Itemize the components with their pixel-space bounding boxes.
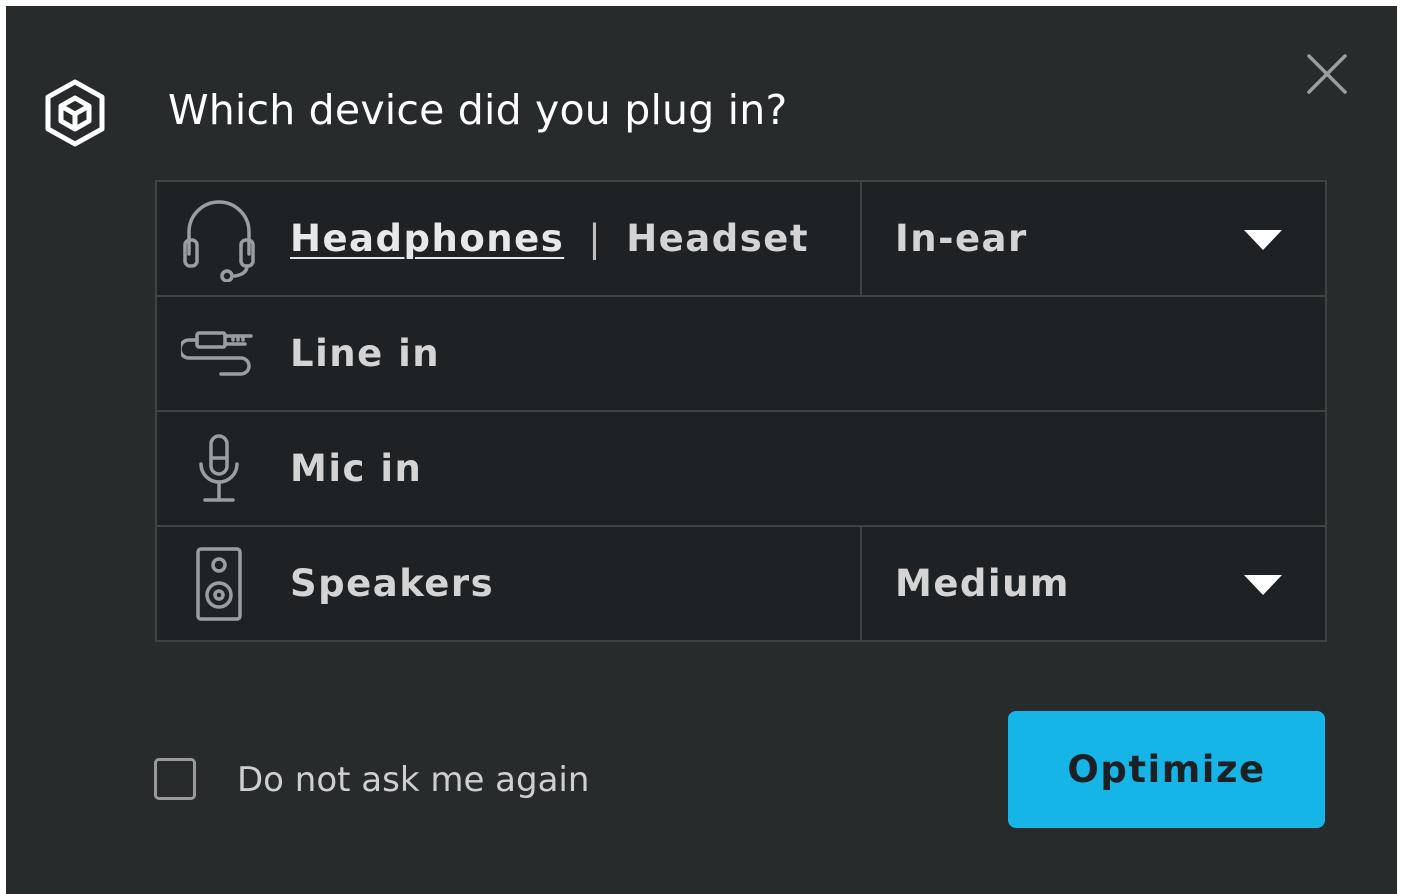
device-row-mic-in[interactable]: Mic in bbox=[155, 410, 1327, 525]
device-label-mic-in: Mic in bbox=[290, 447, 423, 490]
close-icon[interactable] bbox=[1304, 51, 1350, 97]
device-row-speakers: Speakers Medium bbox=[155, 525, 1327, 642]
device-row-headphones: Headphones | Headset In-ear bbox=[155, 180, 1327, 295]
device-list: Headphones | Headset In-ear Line in Mic … bbox=[155, 180, 1327, 642]
line-in-cable-icon bbox=[181, 331, 253, 376]
caret-down-icon bbox=[1244, 575, 1282, 595]
device-dialog: Which device did you plug in? Headphones… bbox=[6, 6, 1397, 894]
device-type-toggle: Headphones | Headset bbox=[290, 182, 809, 295]
speaker-icon bbox=[196, 547, 242, 621]
speaker-size-dropdown[interactable]: Medium bbox=[860, 527, 1329, 640]
device-label-line-in: Line in bbox=[290, 332, 441, 375]
do-not-ask-checkbox[interactable] bbox=[154, 758, 196, 800]
device-label-speakers[interactable]: Speakers bbox=[290, 527, 494, 640]
microphone-icon bbox=[199, 434, 239, 502]
dialog-title: Which device did you plug in? bbox=[168, 86, 788, 134]
optimize-button[interactable]: Optimize bbox=[1008, 711, 1325, 828]
dropdown-value: In-ear bbox=[895, 217, 1028, 260]
dropdown-value: Medium bbox=[895, 562, 1070, 605]
caret-down-icon bbox=[1244, 230, 1282, 250]
device-row-line-in[interactable]: Line in bbox=[155, 295, 1327, 410]
cube-logo-icon bbox=[45, 79, 105, 147]
option-headset[interactable]: Headset bbox=[626, 217, 809, 260]
do-not-ask-label[interactable]: Do not ask me again bbox=[237, 758, 589, 802]
headphone-type-dropdown[interactable]: In-ear bbox=[860, 182, 1329, 295]
option-separator: | bbox=[588, 217, 603, 260]
headset-icon bbox=[183, 200, 255, 282]
option-headphones[interactable]: Headphones bbox=[290, 217, 564, 260]
